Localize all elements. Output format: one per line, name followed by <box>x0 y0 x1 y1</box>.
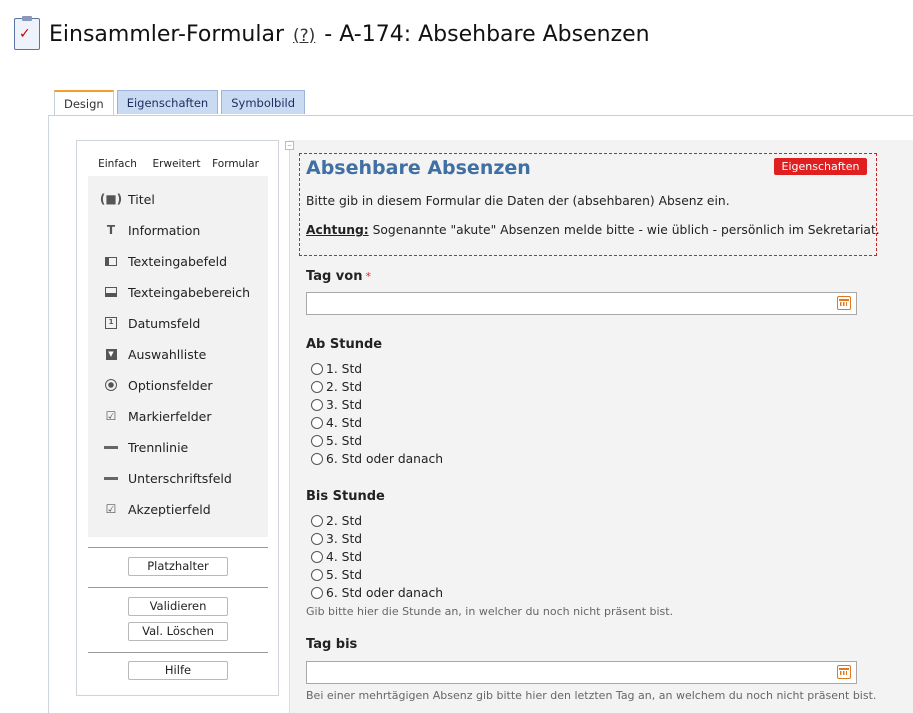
calendar-icon[interactable] <box>837 296 851 310</box>
radio-button[interactable] <box>311 363 323 375</box>
radio-button[interactable] <box>311 587 323 599</box>
title-icon: (■) <box>99 192 123 206</box>
help-button[interactable]: Hilfe <box>128 661 228 680</box>
collapse-toggle[interactable]: − <box>285 141 294 150</box>
checkbox-icon: ☑ <box>105 409 117 423</box>
field-hint-bis-stunde: Gib bitte hier die Stunde an, in welcher… <box>306 605 674 618</box>
form-note: Achtung: Sogenannte "akute" Absenzen mel… <box>306 223 880 237</box>
tab-eigenschaften[interactable]: Eigenschaften <box>116 90 219 114</box>
radio-option[interactable]: 5. Std <box>311 432 362 450</box>
calendar-icon[interactable] <box>837 665 851 679</box>
palette-separator <box>88 652 268 653</box>
dropdown-icon: ▼ <box>104 347 118 361</box>
palette-tab-erweitert[interactable]: Erweitert <box>147 152 206 176</box>
field-label-bis-stunde: Bis Stunde <box>306 489 385 504</box>
clipboard-icon: ✓ <box>14 16 40 50</box>
palette-item-trennlinie[interactable]: Trennlinie <box>104 437 188 457</box>
radio-button[interactable] <box>311 435 323 447</box>
required-marker: * <box>365 270 371 283</box>
radio-option[interactable]: 1. Std <box>311 360 362 378</box>
main-tabs: Design Eigenschaften Symbolbild <box>54 90 308 116</box>
tab-design[interactable]: Design <box>54 90 114 116</box>
properties-button[interactable]: Eigenschaften <box>774 158 867 175</box>
field-label-tag-von: Tag von * <box>306 269 371 284</box>
field-hint-tag-bis: Bei einer mehrtägigen Absenz gib bitte h… <box>306 689 877 702</box>
radio-button[interactable] <box>311 399 323 411</box>
field-label-ab-stunde: Ab Stunde <box>306 337 383 352</box>
radio-option[interactable]: 4. Std <box>311 548 362 566</box>
calendar-icon: 1 <box>104 316 118 330</box>
date-input-tag-bis[interactable] <box>306 661 857 684</box>
note-label: Achtung: <box>306 223 369 237</box>
radio-button[interactable] <box>311 381 323 393</box>
text-icon: T <box>106 223 116 237</box>
palette-item-texteingabebereich[interactable]: Texteingabebereich <box>104 282 250 302</box>
validate-button[interactable]: Validieren <box>128 597 228 616</box>
palette-tabs: Einfach Erweitert Formular <box>88 152 265 177</box>
radio-button[interactable] <box>311 417 323 429</box>
palette-item-optionsfelder[interactable]: Optionsfelder <box>104 375 213 395</box>
radio-button[interactable] <box>311 569 323 581</box>
palette-item-akzeptierfeld[interactable]: ☑ Akzeptierfeld <box>104 499 211 519</box>
radio-icon <box>104 378 118 392</box>
tab-divider <box>48 115 913 116</box>
form-title: Absehbare Absenzen <box>306 157 531 179</box>
palette-list: (■) Titel T Information Texteingabefeld Te… <box>88 176 268 537</box>
palette-item-auswahlliste[interactable]: ▼ Auswahlliste <box>104 344 206 364</box>
form-intro-text: Bitte gib in diesem Formular die Daten d… <box>306 194 730 208</box>
date-input-tag-von[interactable] <box>306 292 857 315</box>
help-link[interactable]: (?) <box>293 26 315 46</box>
palette-item-titel[interactable]: (■) Titel <box>99 189 155 209</box>
radio-button[interactable] <box>311 453 323 465</box>
field-label-tag-bis: Tag bis <box>306 637 358 652</box>
page-header: ✓ Einsammler-Formular (?) - A-174: Abseh… <box>14 14 650 54</box>
radio-button[interactable] <box>311 533 323 545</box>
radio-option[interactable]: 6. Std oder danach <box>311 450 443 468</box>
radio-button[interactable] <box>311 551 323 563</box>
accept-icon: ☑ <box>105 502 117 516</box>
divider-icon <box>104 440 118 454</box>
palette-item-datumsfeld[interactable]: 1 Datumsfeld <box>104 313 200 333</box>
palette-separator <box>88 587 268 588</box>
radio-option[interactable]: 3. Std <box>311 530 362 548</box>
radio-option[interactable]: 5. Std <box>311 566 362 584</box>
signature-icon <box>104 471 118 485</box>
palette-tab-formular[interactable]: Formular <box>206 152 265 176</box>
palette-separator <box>88 547 268 548</box>
palette-item-texteingabefeld[interactable]: Texteingabefeld <box>104 251 227 271</box>
textarea-icon <box>104 285 118 299</box>
palette-item-information[interactable]: T Information <box>104 220 200 240</box>
clear-validation-button[interactable]: Val. Löschen <box>128 622 228 641</box>
palette-tab-einfach[interactable]: Einfach <box>88 152 147 176</box>
content-frame-border <box>48 115 49 713</box>
tab-symbolbild[interactable]: Symbolbild <box>221 90 306 114</box>
radio-option[interactable]: 4. Std <box>311 414 362 432</box>
radio-button[interactable] <box>311 515 323 527</box>
radio-option[interactable]: 3. Std <box>311 396 362 414</box>
palette-item-markierfelder[interactable]: ☑ Markierfelder <box>104 406 212 426</box>
textfield-icon <box>104 254 118 268</box>
page-title: Einsammler-Formular (?) - A-174: Absehba… <box>49 21 650 47</box>
placeholder-button[interactable]: Platzhalter <box>128 557 228 576</box>
radio-option[interactable]: 2. Std <box>311 378 362 396</box>
radio-option[interactable]: 6. Std oder danach <box>311 584 443 602</box>
radio-option[interactable]: 2. Std <box>311 512 362 530</box>
palette-item-unterschriftsfeld[interactable]: Unterschriftsfeld <box>104 468 232 488</box>
